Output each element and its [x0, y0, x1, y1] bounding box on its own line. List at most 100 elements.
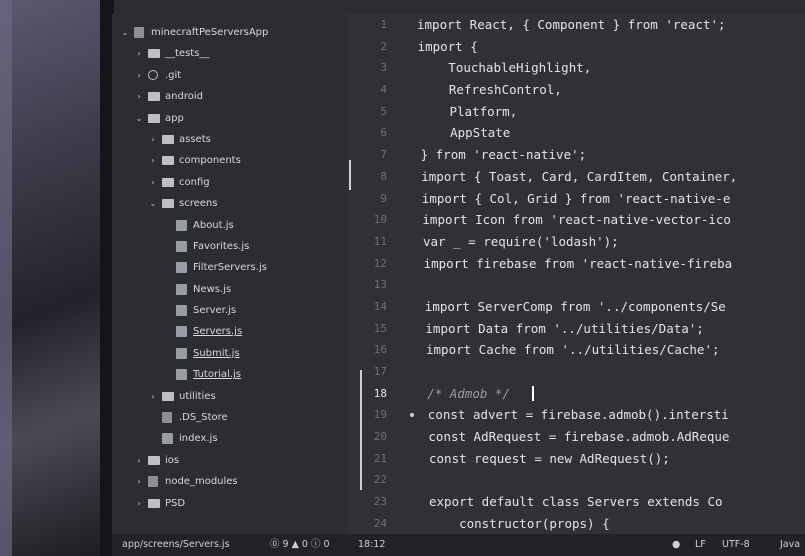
code-line[interactable]: 7} from 'react-native'; — [347, 144, 805, 166]
code-text: RefreshControl, — [418, 82, 562, 98]
code-line[interactable]: 24 constructor(props) { — [347, 513, 805, 534]
tree-item[interactable]: Favorites.js — [112, 236, 347, 257]
code-text: import Cache from '../utilities/Cache'; — [426, 342, 720, 358]
code-text: export default class Servers extends Co — [429, 494, 723, 510]
code-text: var _ = require('lodash'); — [423, 233, 619, 249]
chevron-down-icon[interactable]: ⌄ — [120, 22, 130, 43]
tree-item[interactable]: › config — [112, 172, 347, 193]
tree-item[interactable]: ⌄ screens — [112, 193, 347, 214]
code-line[interactable]: 4 RefreshControl, — [347, 79, 805, 101]
tree-item-label: app — [165, 112, 184, 124]
tree-item[interactable]: ⌄ minecraftPeServersApp — [112, 22, 347, 43]
code-text: /* Admob */ — [427, 385, 510, 401]
js-file-icon — [176, 262, 187, 274]
code-line[interactable]: 5 Platform, — [347, 101, 805, 123]
status-bar: app/screens/Servers.js ⓪ 9 ▲ 0 ⓘ 0 18:12… — [112, 534, 805, 556]
status-file-path[interactable]: app/screens/Servers.js — [122, 534, 230, 556]
js-file-icon — [176, 369, 187, 381]
code-text: import Data from '../utilities/Data'; — [425, 320, 704, 336]
code-line[interactable]: 23 export default class Servers extends C… — [347, 491, 805, 513]
chevron-right-icon[interactable]: › — [134, 86, 144, 107]
code-line[interactable]: 14 import ServerComp from '../components/… — [347, 296, 805, 318]
line-number: 19 — [373, 408, 387, 422]
code-line[interactable]: 2 import { — [347, 36, 805, 58]
tree-item[interactable]: › PSD — [112, 493, 347, 514]
folder-icon — [162, 177, 174, 187]
js-file-icon — [176, 219, 187, 231]
tree-item[interactable]: › node_modules — [112, 471, 347, 492]
line-number: 22 — [373, 473, 387, 487]
line-number: 13 — [373, 278, 387, 292]
code-line[interactable]: 17 — [347, 361, 805, 383]
chevron-right-icon[interactable]: › — [148, 172, 158, 193]
tree-item[interactable]: › android — [112, 86, 347, 107]
code-line[interactable]: 20 const AdRequest = firebase.admob.AdReq… — [347, 426, 805, 448]
chevron-right-icon[interactable]: › — [134, 65, 144, 86]
code-line[interactable]: 19 const advert = firebase.admob().inters… — [347, 404, 805, 426]
code-text: import { Toast, Card, CardItem, Containe… — [421, 168, 738, 184]
code-line[interactable]: 1 import React, { Component } from 'react… — [347, 14, 805, 36]
tree-item[interactable]: › components — [112, 150, 347, 171]
tree-item[interactable]: Servers.js — [112, 321, 347, 342]
tree-item[interactable]: ⌄ app — [112, 108, 347, 129]
status-encoding[interactable]: UTF-8 — [722, 534, 750, 556]
code-editor[interactable]: 1 import React, { Component } from 'react… — [347, 14, 805, 534]
status-modified-dot: ● — [672, 539, 681, 550]
code-line[interactable]: 9 import { Col, Grid } from 'react-native… — [347, 188, 805, 210]
line-number: 10 — [373, 213, 387, 227]
code-line[interactable]: 3 TouchableHighlight, — [347, 57, 805, 79]
tree-item-label: About.js — [193, 219, 234, 231]
code-text: import { Col, Grid } from 'react-native-… — [421, 190, 731, 206]
status-grammar[interactable]: Java — [780, 534, 800, 556]
code-line[interactable]: 22 — [347, 469, 805, 491]
code-line[interactable]: 10 import Icon from 'react-native-vector-… — [347, 209, 805, 231]
tree-item[interactable]: index.js — [112, 428, 347, 449]
code-text: import Icon from 'react-native-vector-ic… — [422, 212, 731, 228]
code-line[interactable]: 15 import Data from '../utilities/Data'; — [347, 318, 805, 340]
tree-item[interactable]: .DS_Store — [112, 407, 347, 428]
tree-item[interactable]: › .git — [112, 65, 347, 86]
tree-item[interactable]: About.js — [112, 215, 347, 236]
status-diagnostics[interactable]: ⓪ 9 ▲ 0 ⓘ 0 — [270, 534, 330, 556]
chevron-right-icon[interactable]: › — [148, 129, 158, 150]
js-file-icon — [176, 305, 187, 317]
chevron-right-icon[interactable]: › — [134, 493, 144, 514]
text-cursor — [532, 385, 534, 401]
code-line[interactable]: 6 AppState — [347, 122, 805, 144]
folder-icon — [148, 49, 160, 59]
status-cursor-position[interactable]: 18:12 — [358, 534, 385, 556]
code-line[interactable]: 16 import Cache from '../utilities/Cache'… — [347, 339, 805, 361]
code-text: const advert = firebase.admob().intersti — [427, 407, 729, 423]
chevron-right-icon[interactable]: › — [134, 43, 144, 64]
chevron-right-icon[interactable]: › — [134, 450, 144, 471]
tree-item[interactable]: Server.js — [112, 300, 347, 321]
code-text: import ServerComp from '../components/Se — [424, 298, 726, 314]
code-line[interactable]: 13 — [347, 274, 805, 296]
line-number: 16 — [373, 343, 387, 357]
tree-item[interactable]: › utilities — [112, 386, 347, 407]
chevron-right-icon[interactable]: › — [148, 386, 158, 407]
tree-item[interactable]: FilterServers.js — [112, 257, 347, 278]
tree-item-label: ios — [165, 454, 180, 466]
chevron-right-icon[interactable]: › — [134, 471, 144, 492]
tree-item-label: PSD — [165, 497, 186, 509]
folder-icon — [162, 156, 174, 166]
status-line-ending[interactable]: LF — [695, 534, 706, 556]
tree-item-label: Servers.js — [193, 326, 243, 338]
chevron-down-icon[interactable]: ⌄ — [148, 193, 158, 214]
code-line[interactable]: 21 const request = new AdRequest(); — [347, 448, 805, 470]
tree-item[interactable]: Submit.js — [112, 343, 347, 364]
chevron-right-icon[interactable]: › — [148, 150, 158, 171]
line-number: 3 — [380, 61, 387, 75]
code-line[interactable]: 12 import firebase from 'react-native-fir… — [347, 253, 805, 275]
tree-item[interactable]: › ios — [112, 450, 347, 471]
chevron-down-icon[interactable]: ⌄ — [134, 108, 144, 129]
tree-item-label: Tutorial.js — [193, 369, 241, 381]
code-line[interactable]: 8 import { Toast, Card, CardItem, Contain… — [347, 166, 805, 188]
code-line[interactable]: 11 var _ = require('lodash'); — [347, 231, 805, 253]
tree-item[interactable]: › __tests__ — [112, 43, 347, 64]
tree-item[interactable]: News.js — [112, 279, 347, 300]
tree-item[interactable]: Tutorial.js — [112, 364, 347, 385]
code-line[interactable]: 18 /* Admob */ — [347, 383, 805, 405]
tree-item[interactable]: › assets — [112, 129, 347, 150]
